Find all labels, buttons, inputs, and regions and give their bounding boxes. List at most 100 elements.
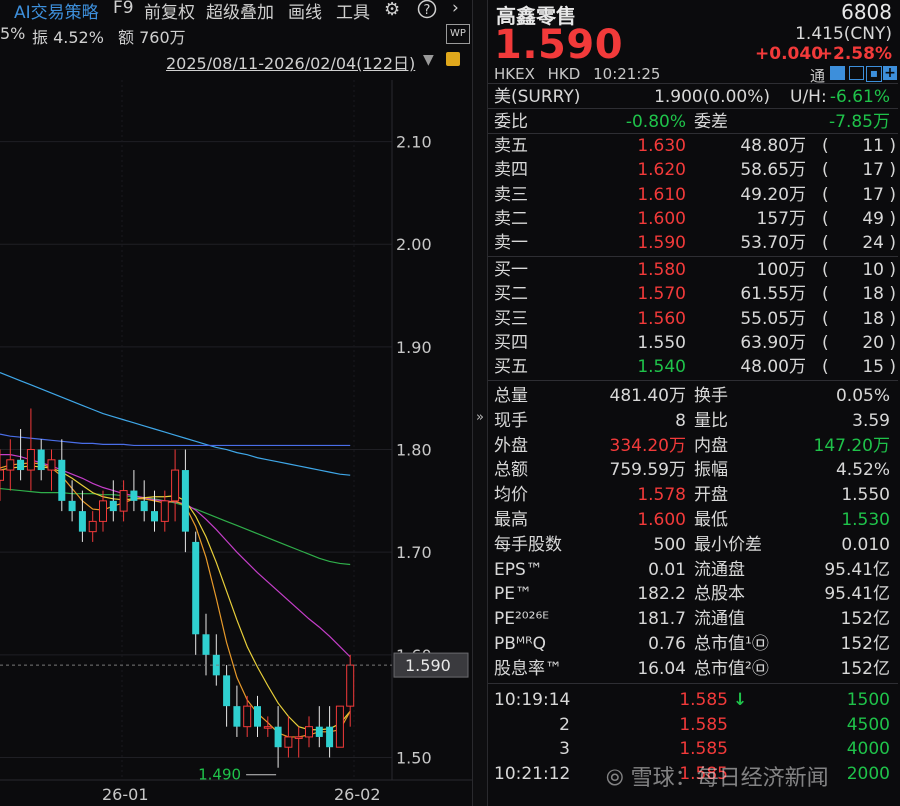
edit-icon[interactable]	[830, 66, 845, 80]
ask-volume: 53.70万	[740, 233, 806, 254]
bid-label: 买一	[494, 260, 528, 280]
quote-value: 0.05%	[835, 386, 890, 406]
bid-count: 18	[862, 308, 884, 329]
candle-body	[223, 675, 231, 707]
candle-body	[305, 726, 313, 738]
quote-value: 3.59	[852, 410, 890, 431]
candle-body	[294, 736, 303, 739]
quote-value: 4.52%	[835, 460, 890, 481]
bid-row: 买一 1.580 100万 (10)	[488, 258, 898, 282]
tick-row: 3 1.585 4000	[488, 737, 898, 761]
quote-label: PBᴹᴿQ	[494, 634, 546, 654]
candle-body	[0, 469, 4, 481]
paren-close: )	[889, 308, 896, 329]
adjust-button[interactable]: 前复权	[144, 0, 195, 23]
quote-label: 开盘	[694, 485, 728, 506]
candle-body	[78, 511, 86, 532]
exchange-info: HKEX HKD 10:21:25	[494, 65, 660, 83]
bid-price: 1.570	[637, 284, 686, 305]
quote-label: 振幅	[694, 460, 728, 481]
low-marker-label: 1.490	[198, 766, 241, 784]
gear-icon[interactable]: ⚙	[384, 0, 400, 20]
candle-body	[17, 459, 25, 471]
panel-splitter[interactable]	[473, 0, 487, 806]
y-tick-label: 1.80	[396, 441, 432, 460]
help-icon[interactable]: ?	[417, 0, 437, 24]
square-icon[interactable]: ▪	[866, 66, 882, 82]
watermark: ⦾ 雪球：每日经济新闻	[606, 766, 829, 791]
ask-row: 卖二 1.600 157万 (49)	[488, 207, 898, 231]
quote-label: 外盘	[494, 435, 528, 456]
quote-value: 1.600	[637, 510, 686, 530]
bid-price: 1.550	[637, 332, 686, 353]
wp-badge[interactable]: WP	[446, 24, 470, 44]
tick-price: 1.585	[679, 714, 728, 735]
paren-close: )	[889, 332, 896, 353]
candle-body	[243, 705, 252, 728]
candle-body	[274, 726, 282, 748]
bid-count: 15	[862, 357, 884, 378]
weibi-label: 委比	[494, 112, 528, 132]
candle-body	[68, 500, 76, 512]
quote-label: 总市值¹㉤	[694, 634, 769, 654]
candle-body	[151, 511, 158, 522]
paren-close: )	[889, 260, 896, 280]
ma-line	[0, 433, 351, 447]
paren-open: (	[822, 208, 829, 229]
candle-body	[140, 500, 148, 512]
bid-price: 1.580	[637, 260, 686, 280]
quote-label: 内盘	[694, 435, 728, 456]
quote-row: 最高 1.600 最低 1.530	[488, 508, 898, 532]
tick-price: 1.585	[679, 690, 728, 710]
quote-value: 1.550	[841, 485, 890, 506]
paren-open: (	[822, 160, 829, 181]
uh-label: U/H:	[790, 87, 827, 107]
paren-open: (	[822, 284, 829, 305]
quote-row: 每手股数 500 最小价差 0.010	[488, 533, 898, 557]
currency: HKD	[547, 65, 581, 83]
candle-body	[119, 490, 128, 512]
candle-body	[346, 664, 355, 707]
quote-label: PE²⁰²⁶ᴱ	[494, 609, 550, 630]
add-icon[interactable]: +	[883, 66, 897, 80]
bid-volume: 63.90万	[740, 332, 806, 353]
tools-button[interactable]: 工具	[336, 0, 370, 23]
bid-price: 1.560	[637, 308, 686, 329]
expand-icon[interactable]: »	[476, 410, 484, 425]
lock-icon[interactable]	[446, 52, 460, 66]
ask-label: 卖四	[494, 160, 528, 181]
tick-volume: 4000	[846, 739, 890, 759]
paren-open: (	[822, 332, 829, 353]
draw-button[interactable]: 画线	[288, 0, 322, 23]
dropdown-triangle-icon[interactable]: ▼	[423, 52, 434, 68]
window-icon[interactable]	[849, 66, 864, 80]
quote-value: 334.20万	[609, 435, 686, 456]
quote-label: EPS™	[494, 559, 543, 580]
candle-body	[6, 459, 15, 471]
candle-body	[171, 469, 180, 502]
paren-close: )	[889, 184, 896, 205]
candle-body	[233, 706, 241, 727]
quote-row: 股息率™ 16.04 总市值²㉤ 152亿	[488, 657, 898, 681]
ask-label: 卖一	[494, 233, 528, 254]
bid-volume: 55.05万	[740, 308, 806, 329]
quote-value: 0.01	[648, 559, 686, 580]
ask-volume: 58.65万	[740, 160, 806, 181]
chevron-right-icon[interactable]: ›	[452, 0, 459, 18]
date-range[interactable]: 2025/08/11-2026/02/04(122日)	[166, 50, 415, 74]
ask-price: 1.610	[637, 184, 686, 205]
quote-label: 流通盘	[694, 559, 745, 580]
bid-count: 10	[862, 260, 884, 280]
quote-row: 现手 8 量比 3.59	[488, 409, 898, 433]
overlay-button[interactable]: 超级叠加	[206, 0, 274, 23]
y-tick-label: 1.90	[396, 338, 432, 357]
f9-button[interactable]: F9	[113, 0, 134, 18]
quote-label: 总市值²㉤	[694, 658, 769, 679]
y-tick-label: 1.70	[396, 543, 432, 562]
candle-body	[109, 500, 117, 512]
ask-count: 11	[862, 136, 884, 156]
ai-strategy-button[interactable]: AI交易策略	[14, 0, 99, 23]
weicha-label: 委差	[694, 112, 728, 132]
kline-chart[interactable]: 2.102.001.901.801.701.601.5026-0126-021.…	[0, 72, 472, 806]
quote-label: 总额	[494, 460, 528, 481]
